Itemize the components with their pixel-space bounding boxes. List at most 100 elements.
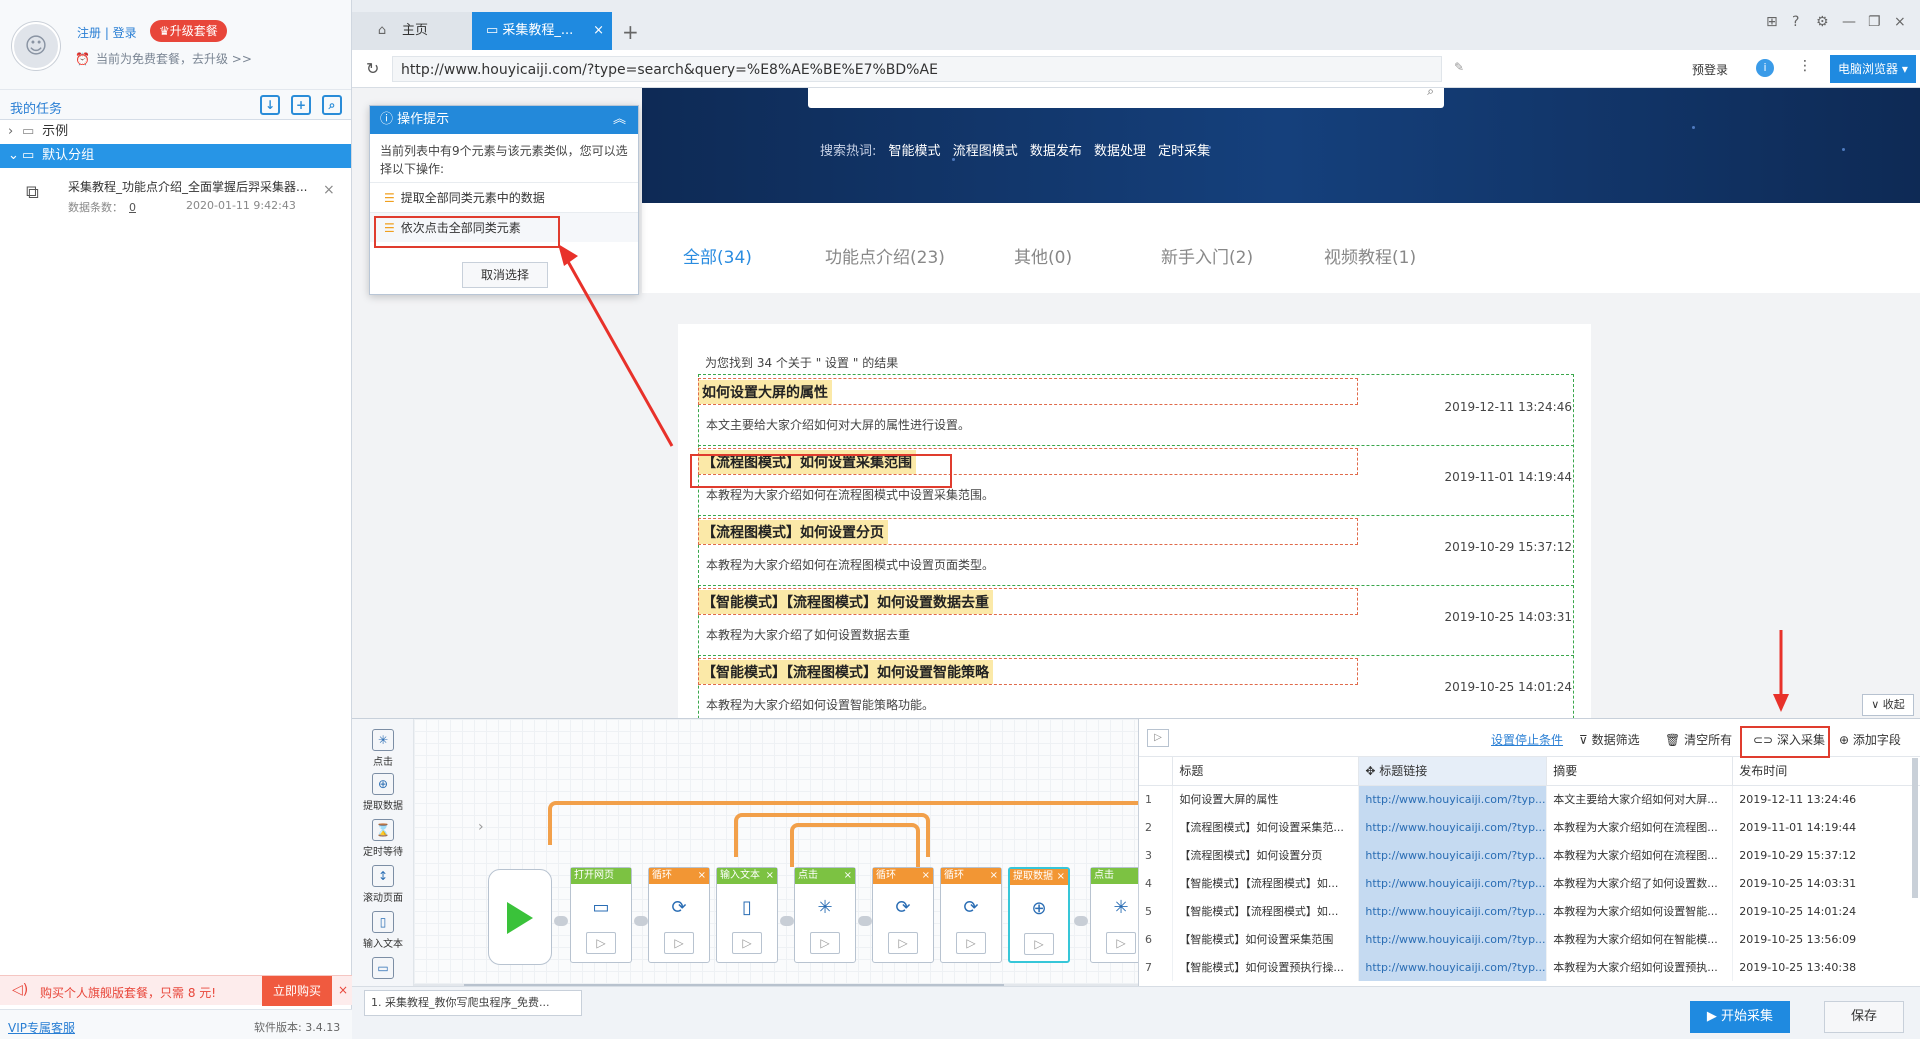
tab-home[interactable]: ⌂ 主页 xyxy=(352,12,472,50)
hot-word[interactable]: 数据发布 xyxy=(1030,144,1082,159)
info-icon[interactable]: i xyxy=(1756,59,1774,77)
prelogin-button[interactable]: 预登录 xyxy=(1692,61,1728,78)
node-input-text[interactable]: 输入文本 × ▯ ▷ xyxy=(716,867,778,963)
node-click[interactable]: 点击×✳▷ xyxy=(794,867,856,963)
tree-item-example[interactable]: › ▭ 示例 xyxy=(0,120,351,144)
start-node[interactable] xyxy=(488,869,552,965)
column-publish-time[interactable]: 发布时间 xyxy=(1732,757,1920,786)
play-icon[interactable]: ▷ xyxy=(664,932,694,954)
help-icon[interactable]: ? xyxy=(1792,14,1799,30)
workflow-task-tab[interactable]: 1. 采集教程_教你写爬虫程序_免费... xyxy=(364,990,582,1016)
avatar[interactable]: ☺ xyxy=(12,22,60,70)
new-tab-button[interactable]: + xyxy=(622,20,639,44)
data-filter-button[interactable]: ⊽ 数据筛选 xyxy=(1579,731,1640,748)
table-row[interactable]: 3 【流程图模式】如何设置分页 http://www.houyicaiji.com/… xyxy=(1139,841,1920,869)
table-scrollbar[interactable] xyxy=(1912,758,1918,898)
close-icon[interactable]: × xyxy=(698,868,706,884)
play-icon[interactable]: ▷ xyxy=(1147,729,1169,747)
pc-browser-dropdown[interactable]: 电脑浏览器 ▾ xyxy=(1830,55,1916,83)
clear-all-button[interactable]: 🗑 清空所有 xyxy=(1665,731,1732,748)
table-row[interactable]: 1 如何设置大屏的属性 http://www.houyicaiji.com/?typ… xyxy=(1139,785,1920,813)
site-search-input[interactable]: ⌕ xyxy=(808,88,1444,108)
close-icon[interactable]: × xyxy=(844,868,852,884)
collapse-button[interactable]: ∨ 收起 xyxy=(1862,694,1914,716)
import-task-icon[interactable]: ↓ xyxy=(260,95,280,115)
node-loop[interactable]: 循环 × ⟳ ▷ xyxy=(872,867,934,963)
category-video[interactable]: 视频教程(1) xyxy=(1324,243,1416,268)
close-icon[interactable]: × xyxy=(766,868,774,884)
url-input[interactable]: http://www.houyicaiji.com/?type=search&q… xyxy=(392,56,1442,82)
buy-now-button[interactable]: 立即购买 xyxy=(262,976,332,1006)
cancel-select-button[interactable]: 取消选择 xyxy=(462,262,548,288)
category-features[interactable]: 功能点介绍(23) xyxy=(825,243,945,268)
start-collect-button[interactable]: ▶ 开始采集 xyxy=(1690,1001,1790,1033)
node-open-page[interactable]: 打开网页 ▭ ▷ xyxy=(570,867,632,963)
tool-wait[interactable]: ⌛ 定时等待 xyxy=(358,819,408,858)
tool-extract[interactable]: ⊕ 提取数据 xyxy=(358,773,408,812)
new-task-icon[interactable]: + xyxy=(291,95,311,115)
task-item[interactable]: ⧉ 采集教程_功能点介绍_全面掌握后羿采集器... × 数据条数： 0 2020-… xyxy=(0,168,351,230)
login-link[interactable]: 注册 | 登录 xyxy=(77,24,137,41)
chevron-up-icon[interactable]: ︽ xyxy=(613,106,626,134)
hot-word[interactable]: 流程图模式 xyxy=(953,144,1018,159)
table-row[interactable]: 5 【智能模式】【流程图模式】如... http://www.houyicaiji.… xyxy=(1139,897,1920,925)
gift-icon[interactable]: ⊞ xyxy=(1766,14,1778,30)
hot-word[interactable]: 定时采集 xyxy=(1158,144,1210,159)
tool-scroll[interactable]: ↕ 滚动页面 xyxy=(358,865,408,904)
tool-click[interactable]: ✳ 点击 xyxy=(358,729,408,768)
stop-condition-link[interactable]: 设置停止条件 xyxy=(1491,731,1563,748)
node-loop[interactable]: 循环 × ⟳ ▷ xyxy=(940,867,1002,963)
more-icon[interactable]: ⋮ xyxy=(1798,58,1812,74)
gear-icon[interactable]: ⚙ xyxy=(1816,14,1829,30)
close-window-icon[interactable]: × xyxy=(1894,14,1906,30)
edit-icon[interactable]: ✎ xyxy=(1454,60,1464,74)
close-icon[interactable]: × xyxy=(593,12,604,50)
category-beginner[interactable]: 新手入门(2) xyxy=(1161,243,1253,268)
result-item[interactable]: 【流程图模式】如何设置分页 2019-10-29 15:37:12 本教程为大家… xyxy=(698,516,1574,586)
node-click[interactable]: 点击×✳▷ xyxy=(1090,867,1138,963)
close-icon[interactable]: × xyxy=(338,983,348,997)
count-value[interactable]: 0 xyxy=(129,201,136,214)
result-item[interactable]: 【智能模式】【流程图模式】如何设置数据去重 2019-10-25 14:03:3… xyxy=(698,586,1574,656)
table-row[interactable]: 6 【智能模式】如何设置采集范围 http://www.houyicaiji.com… xyxy=(1139,925,1920,953)
save-button[interactable]: 保存 xyxy=(1824,1001,1904,1033)
play-icon[interactable]: ▷ xyxy=(586,932,616,954)
result-item[interactable]: 如何设置大屏的属性 2019-12-11 13:24:46 本文主要给大家介绍如… xyxy=(698,376,1574,446)
table-row[interactable]: 7 【智能模式】如何设置预执行操... http://www.houyicaiji.… xyxy=(1139,953,1920,981)
column-title-link[interactable]: ✥ 标题链接 xyxy=(1358,757,1548,786)
play-icon[interactable]: ▷ xyxy=(1024,933,1054,955)
tool-input[interactable]: ▯ 输入文本 xyxy=(358,911,408,950)
add-field-button[interactable]: ⊕ 添加字段 xyxy=(1839,731,1901,748)
table-row[interactable]: 2 【流程图模式】如何设置采集范... http://www.houyicaiji.… xyxy=(1139,813,1920,841)
node-extract-data[interactable]: 提取数据 × ⊕ ▷ xyxy=(1008,867,1070,963)
hot-word[interactable]: 数据处理 xyxy=(1094,144,1146,159)
upgrade-button[interactable]: ♛升级套餐 xyxy=(150,20,227,42)
reload-icon[interactable]: ↻ xyxy=(366,59,379,78)
close-icon[interactable]: × xyxy=(1057,869,1065,885)
category-other[interactable]: 其他(0) xyxy=(1014,243,1072,268)
column-summary[interactable]: 摘要 xyxy=(1546,757,1734,786)
close-icon[interactable]: × xyxy=(922,868,930,884)
result-item[interactable]: 【智能模式】【流程图模式】如何设置智能策略 2019-10-25 14:01:2… xyxy=(698,656,1574,718)
plan-info[interactable]: ⏰ 当前为免费套餐，去升级 >> xyxy=(75,50,252,67)
hot-word[interactable]: 智能模式 xyxy=(889,144,941,159)
vip-service-link[interactable]: VIP专属客服 xyxy=(8,1019,75,1036)
play-icon[interactable]: ▷ xyxy=(732,932,762,954)
search-task-icon[interactable]: ⌕ xyxy=(322,95,342,115)
extract-all-option[interactable]: ☰ 提取全部同类元素中的数据 xyxy=(370,182,638,212)
play-icon[interactable]: ▷ xyxy=(888,932,918,954)
close-icon[interactable]: × xyxy=(323,182,335,198)
tree-item-default-group[interactable]: ⌄ ▭ 默认分组 xyxy=(0,144,351,168)
workflow-canvas[interactable]: › 打开网页 ▭ ▷ 循环 × ⟳ ▷ 输入文本 × ▯ ▷ 点击 × ✳ ▷ 循环 × ⟳ ▷ 循环 × ⟳ ▷… xyxy=(414,719,1138,984)
close-icon[interactable]: × xyxy=(990,868,998,884)
play-icon[interactable]: ▷ xyxy=(810,932,840,954)
search-icon[interactable]: ⌕ xyxy=(1427,88,1434,99)
column-title[interactable]: 标题 xyxy=(1172,757,1360,786)
minimize-icon[interactable]: — xyxy=(1842,14,1856,30)
tool-more[interactable]: ▭ xyxy=(358,957,408,981)
play-icon[interactable]: ▷ xyxy=(956,932,986,954)
play-icon[interactable]: ▷ xyxy=(1106,932,1136,954)
table-row[interactable]: 4 【智能模式】【流程图模式】如... http://www.houyicaiji.… xyxy=(1139,869,1920,897)
restore-icon[interactable]: ❐ xyxy=(1868,14,1881,30)
tab-tutorial[interactable]: ▭ 采集教程_... × xyxy=(472,12,612,50)
